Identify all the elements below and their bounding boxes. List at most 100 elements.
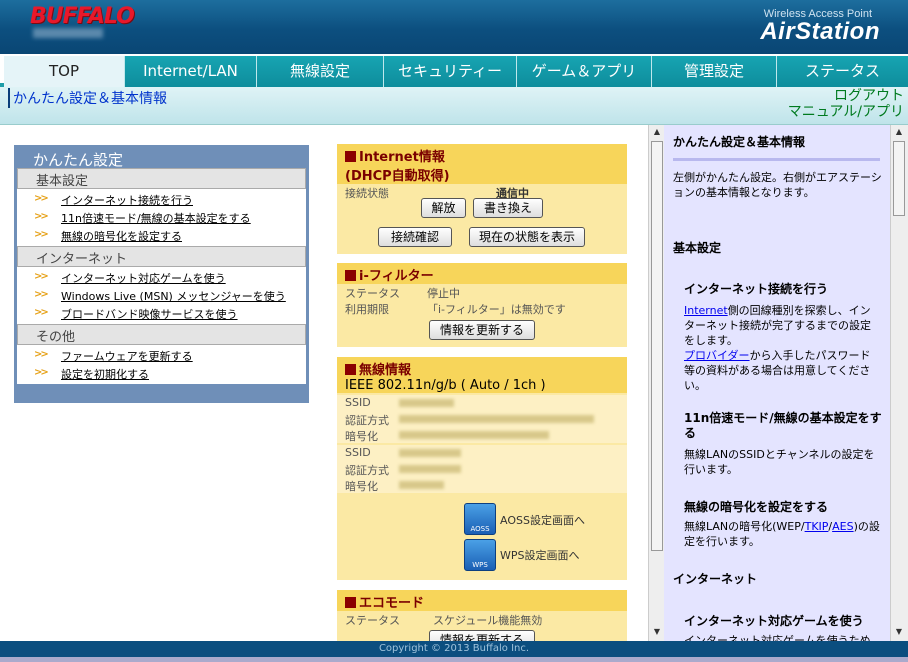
eco-mode-title-text: エコモード — [359, 596, 425, 611]
help-item4-title: インターネット対応ゲームを使う — [684, 614, 864, 628]
copyright: Copyright © 2013 Buffalo Inc. — [378, 643, 530, 654]
aoss-icon[interactable]: AOSS — [464, 503, 496, 535]
square-icon — [345, 597, 356, 608]
ifilter-period-row: 利用期限 「i-フィルター」は無効です — [337, 300, 627, 316]
arrow-icon: >> — [34, 229, 49, 240]
eco-status-value: スケジュール機能無効 — [433, 614, 543, 627]
help-item2-text: 無線LANのSSIDとチャンネルの設定を行います。 — [684, 448, 875, 476]
square-icon — [345, 151, 356, 162]
help-scroll-thumb[interactable] — [893, 141, 905, 216]
tab-wireless[interactable]: 無線設定 — [257, 56, 384, 87]
manual-link[interactable]: マニュアル/アプリ — [788, 104, 904, 120]
link-label: インターネット接続を行う — [61, 194, 193, 207]
help-scrollbar[interactable]: ▲ ▼ — [890, 125, 908, 641]
scroll-down-icon[interactable]: ▼ — [893, 627, 905, 639]
ifilter-status-value: 停止中 — [427, 287, 460, 300]
link-label: 設定を初期化する — [61, 368, 149, 381]
section-other-heading: その他 — [17, 324, 306, 345]
ifilter-status-label: ステータス — [345, 287, 400, 300]
release-button[interactable]: 解放 — [421, 198, 466, 218]
link-online-game[interactable]: >> インターネット対応ゲームを使う — [17, 269, 306, 287]
connection-check-button[interactable]: 接続確認 — [378, 227, 452, 247]
tab-internet-lan[interactable]: Internet/LAN — [125, 56, 257, 87]
square-icon — [345, 364, 356, 375]
section-basic-links: >> インターネット接続を行う >> 11n倍速モード/無線の基本設定をする >> 無… — [17, 189, 306, 246]
link-label: Windows Live (MSN) メッセンジャーを使う — [61, 290, 286, 303]
link-messenger[interactable]: >> Windows Live (MSN) メッセンジャーを使う — [17, 287, 306, 305]
internet-info-box: Internet情報 (DHCP自動取得) 接続状態 通信中 解放 書き換え 接… — [337, 144, 627, 254]
link-label: インターネット対応ゲームを使う — [61, 272, 226, 285]
help-item4-text: インターネット対応ゲームを使うため — [684, 634, 871, 641]
help-item2-title: 11n倍速モード/無線の基本設定をする — [684, 411, 882, 440]
section-other-links: >> ファームウェアを更新する >> 設定を初期化する — [17, 345, 306, 384]
show-status-button[interactable]: 現在の状態を表示 — [469, 227, 585, 247]
model-number-blurred — [33, 28, 103, 38]
wps-setup-link[interactable]: WPS設定画面へ — [500, 547, 580, 563]
link-label: ブロードバンド映像サービスを使う — [61, 308, 238, 321]
tab-admin[interactable]: 管理設定 — [652, 56, 777, 87]
arrow-icon: >> — [34, 349, 49, 360]
internet-info-subtitle: (DHCP自動取得) — [337, 165, 627, 184]
sub-bar: かんたん設定＆基本情報 ログアウト マニュアル/アプリ — [0, 87, 908, 125]
auth-label: 認証方式 — [345, 414, 389, 427]
link-11n-basic[interactable]: >> 11n倍速モード/無線の基本設定をする — [17, 209, 306, 227]
breadcrumb: かんたん設定＆基本情報 — [8, 88, 167, 108]
link-reset[interactable]: >> 設定を初期化する — [17, 365, 306, 383]
ifilter-update-button[interactable]: 情報を更新する — [429, 320, 535, 340]
section-internet-heading: インターネット — [17, 246, 306, 267]
aes-link[interactable]: AES — [832, 520, 853, 533]
link-firmware[interactable]: >> ファームウェアを更新する — [17, 347, 306, 365]
wps-icon-text: WPS — [472, 561, 488, 569]
main-scroll-thumb[interactable] — [651, 141, 663, 551]
scroll-down-icon[interactable]: ▼ — [651, 627, 663, 639]
auth-value-blurred — [399, 462, 461, 475]
arrow-icon: >> — [34, 307, 49, 318]
arrow-icon: >> — [34, 211, 49, 222]
eco-update-button[interactable]: 情報を更新する — [429, 630, 535, 641]
scroll-up-icon[interactable]: ▲ — [893, 127, 905, 139]
scroll-up-icon[interactable]: ▲ — [651, 127, 663, 139]
buffalo-logo: BUFFALO — [30, 4, 135, 29]
section-basic-heading: 基本設定 — [17, 168, 306, 189]
main-scrollbar[interactable]: ▲ ▼ — [648, 125, 664, 641]
ifilter-title-text: i-フィルター — [359, 269, 434, 284]
logout-link[interactable]: ログアウト — [788, 88, 904, 104]
help-title: かんたん設定＆基本情報 — [673, 135, 806, 149]
link-internet-connect[interactable]: >> インターネット接続を行う — [17, 191, 306, 209]
auth-row-2: 認証方式 — [337, 461, 627, 477]
auth-value-blurred — [399, 412, 594, 425]
internet-link[interactable]: Internet — [684, 304, 728, 317]
help-internet-heading: インターネット — [673, 572, 758, 586]
enc-label: 暗号化 — [345, 430, 378, 443]
link-label: 11n倍速モード/無線の基本設定をする — [61, 212, 251, 225]
link-encryption[interactable]: >> 無線の暗号化を設定する — [17, 227, 306, 245]
ssid-label: SSID — [345, 446, 371, 459]
eco-mode-box: エコモード ステータス スケジュール機能無効 情報を更新する — [337, 590, 627, 641]
easy-setup-panel: かんたん設定 基本設定 >> インターネット接続を行う >> 11n倍速モード/無線… — [14, 145, 309, 403]
link-broadband-video[interactable]: >> ブロードバンド映像サービスを使う — [17, 305, 306, 323]
tab-top[interactable]: TOP — [4, 56, 125, 87]
internet-info-title-text: Internet情報 — [359, 150, 445, 165]
help-item1-text: Internet側の回線種別を探索し、インターネット接続が完了するまでの設定をし… — [684, 303, 880, 393]
enc-value-blurred — [399, 428, 549, 441]
wireless-info-box: 無線情報 IEEE 802.11n/g/b ( Auto / 1ch ) SSI… — [337, 357, 627, 580]
help-intro: 左側がかんたん設定。右側がエアステーションの基本情報となります。 — [673, 171, 882, 199]
help-item3-text: 無線LANの暗号化(WEP/TKIP/AES)の設定を行います。 — [684, 519, 880, 549]
ssid-value-blurred — [399, 446, 461, 459]
wireless-block-2: SSID 認証方式 暗号化 — [337, 445, 627, 493]
provider-link[interactable]: プロバイダー — [684, 349, 750, 362]
tab-status[interactable]: ステータス — [777, 56, 908, 87]
wireless-info-title: 無線情報 — [337, 357, 627, 378]
tab-security[interactable]: セキュリティー — [384, 56, 517, 87]
renew-button[interactable]: 書き換え — [473, 198, 543, 218]
connection-status-label: 接続状態 — [345, 187, 389, 200]
internet-info-title: Internet情報 — [337, 144, 627, 165]
arrow-icon: >> — [34, 289, 49, 300]
ssid-label: SSID — [345, 396, 371, 409]
tab-game-app[interactable]: ゲーム＆アプリ — [517, 56, 652, 87]
tkip-link[interactable]: TKIP — [805, 520, 829, 533]
wps-icon[interactable]: WPS — [464, 539, 496, 571]
help-panel: かんたん設定＆基本情報 左側がかんたん設定。右側がエアステーションの基本情報とな… — [664, 125, 890, 641]
aoss-setup-link[interactable]: AOSS設定画面へ — [500, 512, 585, 528]
ifilter-title: i-フィルター — [337, 263, 627, 284]
